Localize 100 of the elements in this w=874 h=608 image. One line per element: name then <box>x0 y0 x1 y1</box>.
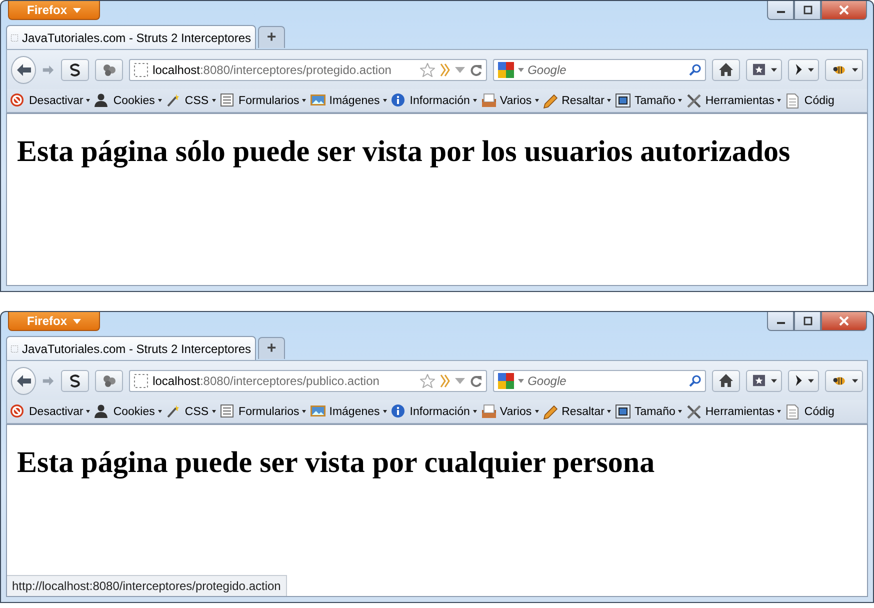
address-bar[interactable]: localhost:8080/interceptores/protegido.action <box>128 58 487 80</box>
toolbar-menu-button[interactable]: Desactivar <box>9 92 92 108</box>
toolbar-menu-button[interactable]: Desactivar <box>9 404 92 420</box>
url-text: localhost:8080/interceptores/protegido.action <box>152 62 392 76</box>
caret-icon <box>770 378 777 382</box>
toolbar-button[interactable] <box>60 370 89 392</box>
close-icon <box>839 5 849 15</box>
no-entry-icon <box>10 404 26 420</box>
back-button[interactable] <box>11 56 36 84</box>
caret-icon <box>678 99 682 102</box>
toolbar-menu-button[interactable]: Códig <box>784 92 836 108</box>
caret-icon <box>382 410 387 413</box>
form-icon <box>220 92 236 108</box>
close-button[interactable] <box>821 1 867 20</box>
toolbar-menu-button[interactable]: Herramientas <box>685 404 782 420</box>
toolbar-menu-button[interactable]: Formularios <box>218 404 308 420</box>
toolbar-menu-button[interactable]: CSS <box>164 404 217 420</box>
toolbar-menu-button[interactable]: Varios <box>480 92 540 108</box>
star-icon[interactable] <box>420 374 435 388</box>
picture-icon <box>310 404 326 420</box>
toolbar-menu-button[interactable]: Tamaño <box>614 404 684 420</box>
google-logo-icon <box>498 62 514 78</box>
caret-icon <box>678 410 682 413</box>
caret-icon <box>73 318 81 324</box>
toolbar-menu-button[interactable]: Varios <box>480 404 540 420</box>
toolbar-menu-button[interactable]: Información <box>390 92 478 108</box>
caret-icon <box>302 410 306 413</box>
close-icon <box>839 316 849 326</box>
new-tab-button[interactable]: + <box>258 337 285 359</box>
browser-tab[interactable]: JavaTutoriales.com - Struts 2 Interceptores <box>6 336 256 360</box>
info-icon <box>390 92 407 108</box>
chevron-icon <box>794 63 802 76</box>
search-bar[interactable]: Google <box>492 370 706 392</box>
tab-title: JavaTutoriales.com - Struts 2 Interceptores <box>22 342 251 356</box>
site-identity-icon <box>134 374 148 388</box>
picture-icon <box>310 92 326 108</box>
caret-icon <box>382 99 387 102</box>
search-bar[interactable]: Google <box>492 58 706 80</box>
caret-icon <box>607 99 612 102</box>
inbox-tray-icon <box>480 404 497 420</box>
minimize-button[interactable] <box>767 312 794 331</box>
bug-icon <box>832 374 846 386</box>
caret-icon <box>518 68 524 72</box>
bookmarks-button[interactable] <box>746 58 782 80</box>
toolbar-menu-button[interactable]: Códig <box>784 404 836 420</box>
person-icon <box>94 92 110 108</box>
address-bar[interactable]: localhost:8080/interceptores/publico.action <box>128 370 487 392</box>
circles-icon <box>102 374 116 388</box>
toolbar-menu-button[interactable]: Cookies <box>93 404 163 420</box>
tools-icon <box>686 92 702 108</box>
caret-icon <box>607 410 612 413</box>
caret-icon <box>534 99 539 102</box>
toolbar-menu-button[interactable]: Resaltar <box>542 92 612 108</box>
new-tab-button[interactable]: + <box>258 26 285 48</box>
toolbar-menu-button[interactable]: Herramientas <box>685 92 782 108</box>
toolbar-menu-button[interactable]: Información <box>390 404 478 420</box>
magic-wand-icon <box>166 92 182 108</box>
search-field[interactable]: Google <box>528 374 685 388</box>
toolbar-menu-button[interactable]: Resaltar <box>542 404 612 420</box>
person-icon <box>94 404 110 420</box>
caret-icon <box>212 410 216 413</box>
toolbar-menu-button[interactable]: Tamaño <box>614 92 684 108</box>
toolbar-menu-button[interactable] <box>788 58 820 80</box>
caret-icon <box>808 378 814 382</box>
star-icon[interactable] <box>420 62 435 76</box>
home-button[interactable] <box>712 58 740 80</box>
caret-icon <box>212 99 216 102</box>
toolbar-menu-button[interactable]: CSS <box>164 92 217 108</box>
back-button[interactable] <box>11 366 36 394</box>
inbox-tray-icon <box>480 92 497 108</box>
close-button[interactable] <box>821 312 867 331</box>
maximize-button[interactable] <box>794 1 821 20</box>
no-entry-icon <box>10 92 26 108</box>
toolbar-menu-button[interactable]: Imágenes <box>309 92 388 108</box>
home-icon <box>718 374 733 387</box>
toolbar-menu-button[interactable]: Imágenes <box>309 404 388 420</box>
caret-icon <box>852 378 858 382</box>
toolbar-button[interactable] <box>60 58 89 80</box>
bookmarks-button[interactable] <box>746 370 782 392</box>
back-arrow-icon <box>16 62 32 76</box>
minimize-button[interactable] <box>767 1 794 20</box>
status-bar: http://localhost:8080/interceptores/protegido.action <box>7 575 287 596</box>
reload-icon[interactable] <box>470 64 482 76</box>
pencil-icon <box>542 92 559 108</box>
maximize-button[interactable] <box>794 312 821 331</box>
search-field[interactable]: Google <box>528 62 685 76</box>
bookmark-star-icon <box>752 374 765 387</box>
toolbar-menu-button[interactable]: Cookies <box>93 92 163 108</box>
firebug-button[interactable] <box>825 58 864 80</box>
maximize-icon <box>802 316 812 326</box>
tools-icon <box>686 404 702 420</box>
caret-icon <box>472 99 477 102</box>
reload-icon[interactable] <box>470 374 482 386</box>
toolbar-menu-button[interactable] <box>788 370 820 392</box>
caret-icon <box>808 68 814 72</box>
google-logo-icon <box>498 372 514 388</box>
toolbar-menu-button[interactable]: Formularios <box>218 92 308 108</box>
browser-tab[interactable]: JavaTutoriales.com - Struts 2 Interceptores <box>6 25 256 49</box>
firebug-button[interactable] <box>825 370 864 392</box>
home-button[interactable] <box>712 370 740 392</box>
